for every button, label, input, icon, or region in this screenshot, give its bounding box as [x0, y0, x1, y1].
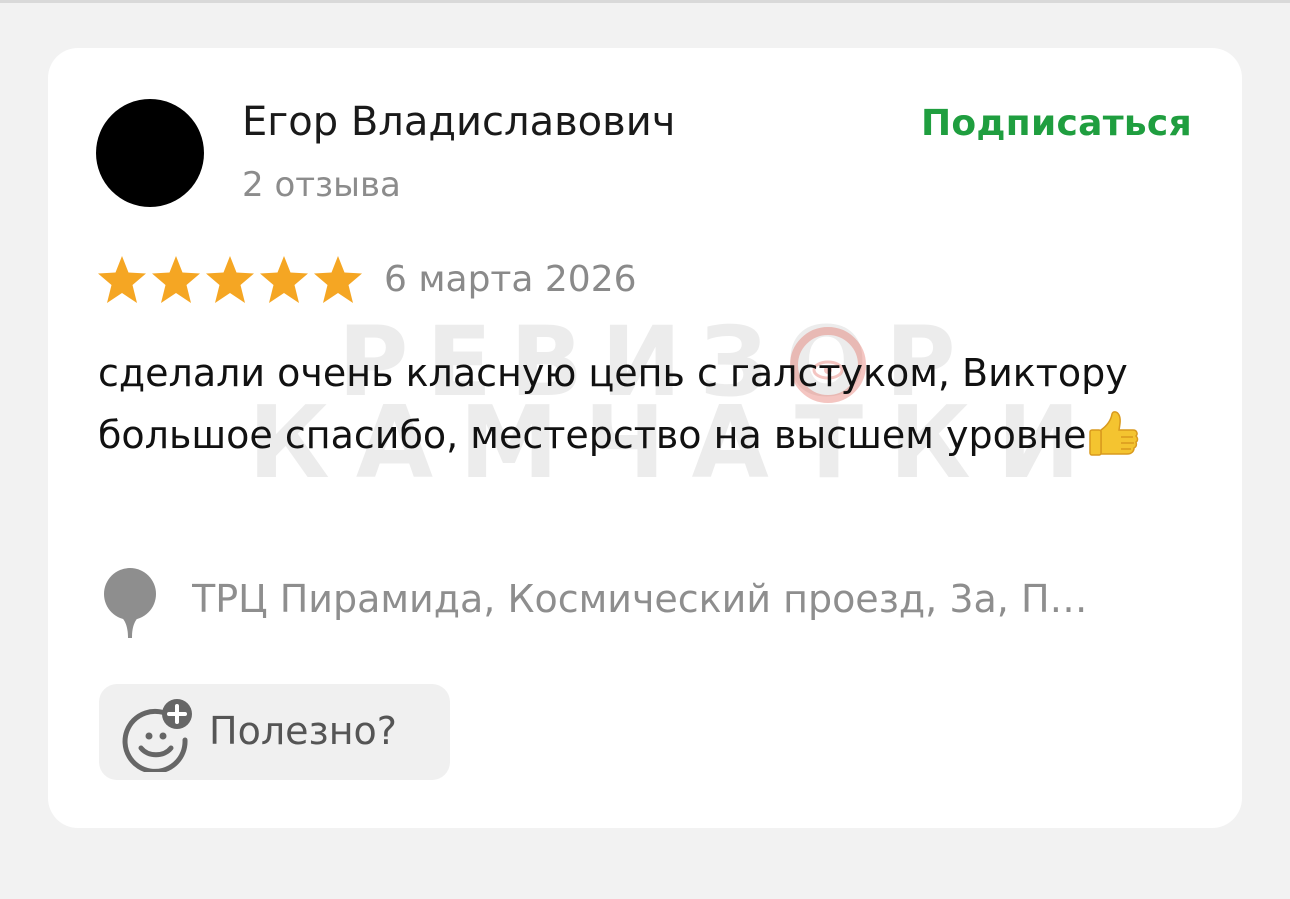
- thumbs-up-emoji: [1088, 411, 1138, 456]
- star-icon: [260, 256, 308, 303]
- helpful-button[interactable]: Полезно?: [99, 684, 450, 780]
- star-icon: [206, 256, 254, 303]
- star-icon: [152, 256, 200, 303]
- location-row[interactable]: ТРЦ Пирамида, Космический проезд, 3а, П…: [102, 562, 1202, 642]
- top-divider: [0, 0, 1290, 3]
- rating-stars: [95, 254, 365, 306]
- review-text-body: сделали очень класную цепь с галстуком, …: [98, 351, 1128, 457]
- smiley-plus-icon: [122, 699, 192, 772]
- helpful-label: Полезно?: [209, 709, 397, 753]
- location-text[interactable]: ТРЦ Пирамида, Космический проезд, 3а, П…: [192, 574, 1192, 624]
- review-card: Егор Владиславович 2 отзыва Подписаться …: [48, 48, 1242, 828]
- author-name[interactable]: Егор Владиславович: [242, 96, 675, 148]
- location-pin-icon: [104, 568, 156, 638]
- subscribe-button[interactable]: Подписаться: [921, 100, 1192, 148]
- review-date: 6 марта 2026: [384, 259, 637, 300]
- review-text: сделали очень класную цепь с галстуком, …: [98, 342, 1158, 466]
- avatar[interactable]: [96, 99, 204, 207]
- star-icon: [98, 256, 146, 303]
- author-reviews-count[interactable]: 2 отзыва: [242, 162, 401, 208]
- star-icon: [314, 256, 362, 303]
